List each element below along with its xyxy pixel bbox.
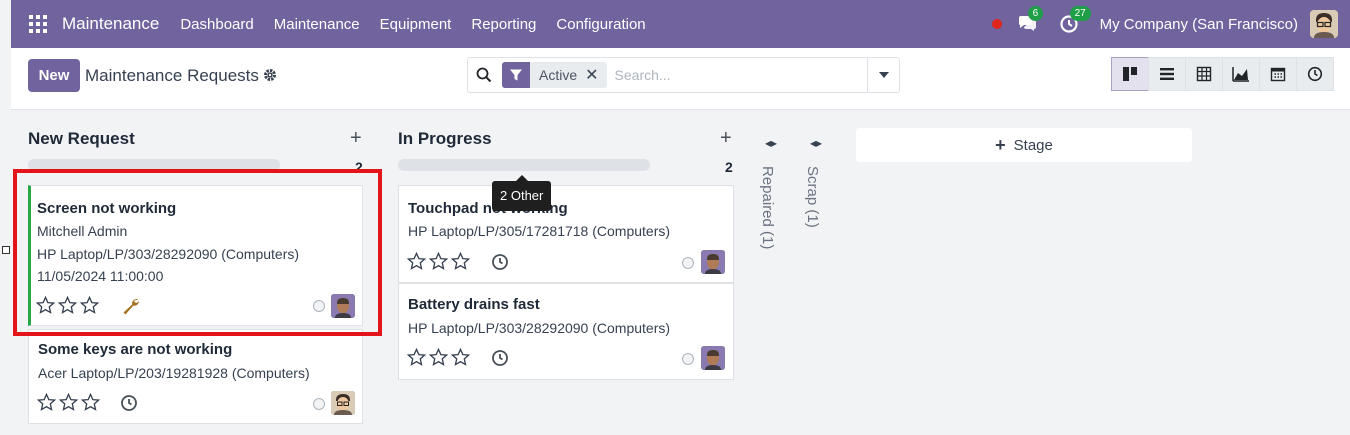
add-stage-label: Stage <box>1013 136 1053 154</box>
clock-icon[interactable] <box>120 394 138 412</box>
calendar-view-button[interactable] <box>1259 57 1297 91</box>
control-panel: New Maintenance Requests Active ✕ <box>11 48 1350 110</box>
calendar-icon <box>1270 67 1286 82</box>
column-title-in-progress[interactable]: In Progress <box>398 129 492 149</box>
column-count-in-progress: 2 <box>725 159 733 175</box>
avatar[interactable] <box>701 346 725 370</box>
unfold-scrap-icon[interactable]: ◂▸ <box>810 136 822 150</box>
highlight-box <box>13 169 382 336</box>
unfold-repaired-icon[interactable]: ◂▸ <box>765 136 777 150</box>
table-icon <box>1196 66 1212 82</box>
star-icon[interactable] <box>407 252 426 270</box>
star-icon[interactable] <box>451 252 470 270</box>
kanban-view-button[interactable] <box>1111 57 1149 91</box>
avatar[interactable] <box>331 391 355 415</box>
filter-facet: Active ✕ <box>502 62 607 88</box>
recording-dot-icon[interactable] <box>991 19 1002 29</box>
star-icon[interactable] <box>37 393 56 411</box>
clock-icon[interactable] <box>491 253 509 271</box>
card-equipment: HP Laptop/LP/305/17281718 (Computers) <box>408 223 671 239</box>
activity-view-button[interactable] <box>1296 57 1334 91</box>
column-add-button-new-request[interactable]: + <box>350 128 362 148</box>
card-equipment: Acer Laptop/LP/203/19281928 (Computers) <box>38 365 310 381</box>
star-icon[interactable] <box>451 348 470 366</box>
menu-dashboard[interactable]: Dashboard <box>180 16 253 33</box>
search-input[interactable] <box>614 67 845 83</box>
menu-maintenance[interactable]: Maintenance <box>274 16 360 33</box>
page-title: Maintenance Requests <box>85 66 259 85</box>
kanban-state-dot[interactable] <box>313 398 325 410</box>
kanban-card[interactable]: Some keys are not working Acer Laptop/LP… <box>28 329 363 424</box>
menu-reporting[interactable]: Reporting <box>471 16 536 33</box>
gear-icon[interactable] <box>263 68 277 82</box>
area-chart-icon <box>1232 67 1249 82</box>
column-title-new-request[interactable]: New Request <box>28 129 135 149</box>
app-brand[interactable]: Maintenance <box>62 14 159 34</box>
kanban-state-dot[interactable] <box>682 257 694 269</box>
kanban-state-dot[interactable] <box>682 353 694 365</box>
search-bar: Active ✕ <box>467 57 900 93</box>
new-button[interactable]: New <box>28 59 80 92</box>
card-title: Battery drains fast <box>408 296 540 313</box>
clock-icon <box>1307 66 1323 82</box>
filter-icon <box>502 62 530 88</box>
pivot-view-button[interactable] <box>1185 57 1223 91</box>
remove-facet-icon[interactable]: ✕ <box>585 65 606 85</box>
menu-equipment[interactable]: Equipment <box>380 16 452 33</box>
column-progress-in-progress[interactable] <box>398 159 650 171</box>
activities-button[interactable]: 27 <box>1058 6 1091 35</box>
top-navbar: Maintenance Dashboard Maintenance Equipm… <box>11 0 1350 48</box>
star-icon[interactable] <box>429 252 448 270</box>
priority-stars <box>407 348 470 366</box>
card-equipment: HP Laptop/LP/303/28292090 (Computers) <box>408 320 671 336</box>
card-title: Some keys are not working <box>38 341 233 358</box>
star-icon[interactable] <box>81 393 100 411</box>
column-add-button-in-progress[interactable]: + <box>720 128 732 148</box>
kanban-card[interactable]: Touchpad not working HP Laptop/LP/305/17… <box>398 185 734 283</box>
user-avatar[interactable] <box>1310 10 1338 38</box>
list-icon <box>1160 68 1174 80</box>
facet-label: Active <box>539 67 578 83</box>
priority-stars <box>407 252 470 270</box>
star-icon[interactable] <box>407 348 426 366</box>
progress-tooltip: 2 Other <box>492 175 552 211</box>
resize-handle[interactable] <box>2 246 10 254</box>
activities-badge: 27 <box>1069 6 1091 21</box>
caret-down-icon <box>878 72 889 78</box>
view-switcher <box>1111 57 1334 91</box>
plus-icon: + <box>995 135 1006 155</box>
list-view-button[interactable] <box>1148 57 1186 91</box>
search-options-toggle[interactable] <box>867 58 899 92</box>
messages-badge: 6 <box>1027 6 1044 21</box>
kanban-icon <box>1123 67 1137 81</box>
add-stage-button[interactable]: + Stage <box>856 128 1192 162</box>
graph-view-button[interactable] <box>1222 57 1260 91</box>
avatar[interactable] <box>701 250 725 274</box>
search-button[interactable] <box>468 58 500 92</box>
folded-column-repaired[interactable]: Repaired (1) <box>759 166 776 249</box>
folded-column-scrap[interactable]: Scrap (1) <box>804 166 821 228</box>
kanban-card[interactable]: Battery drains fast HP Laptop/LP/303/282… <box>398 283 734 380</box>
company-switcher[interactable]: My Company (San Francisco) <box>1100 16 1298 33</box>
search-icon <box>476 67 492 83</box>
messages-button[interactable]: 6 <box>1016 6 1044 35</box>
apps-grid-icon[interactable] <box>29 15 47 33</box>
clock-icon[interactable] <box>491 349 509 367</box>
star-icon[interactable] <box>429 348 448 366</box>
star-icon[interactable] <box>59 393 78 411</box>
menu-configuration[interactable]: Configuration <box>556 16 645 33</box>
priority-stars <box>37 393 100 411</box>
